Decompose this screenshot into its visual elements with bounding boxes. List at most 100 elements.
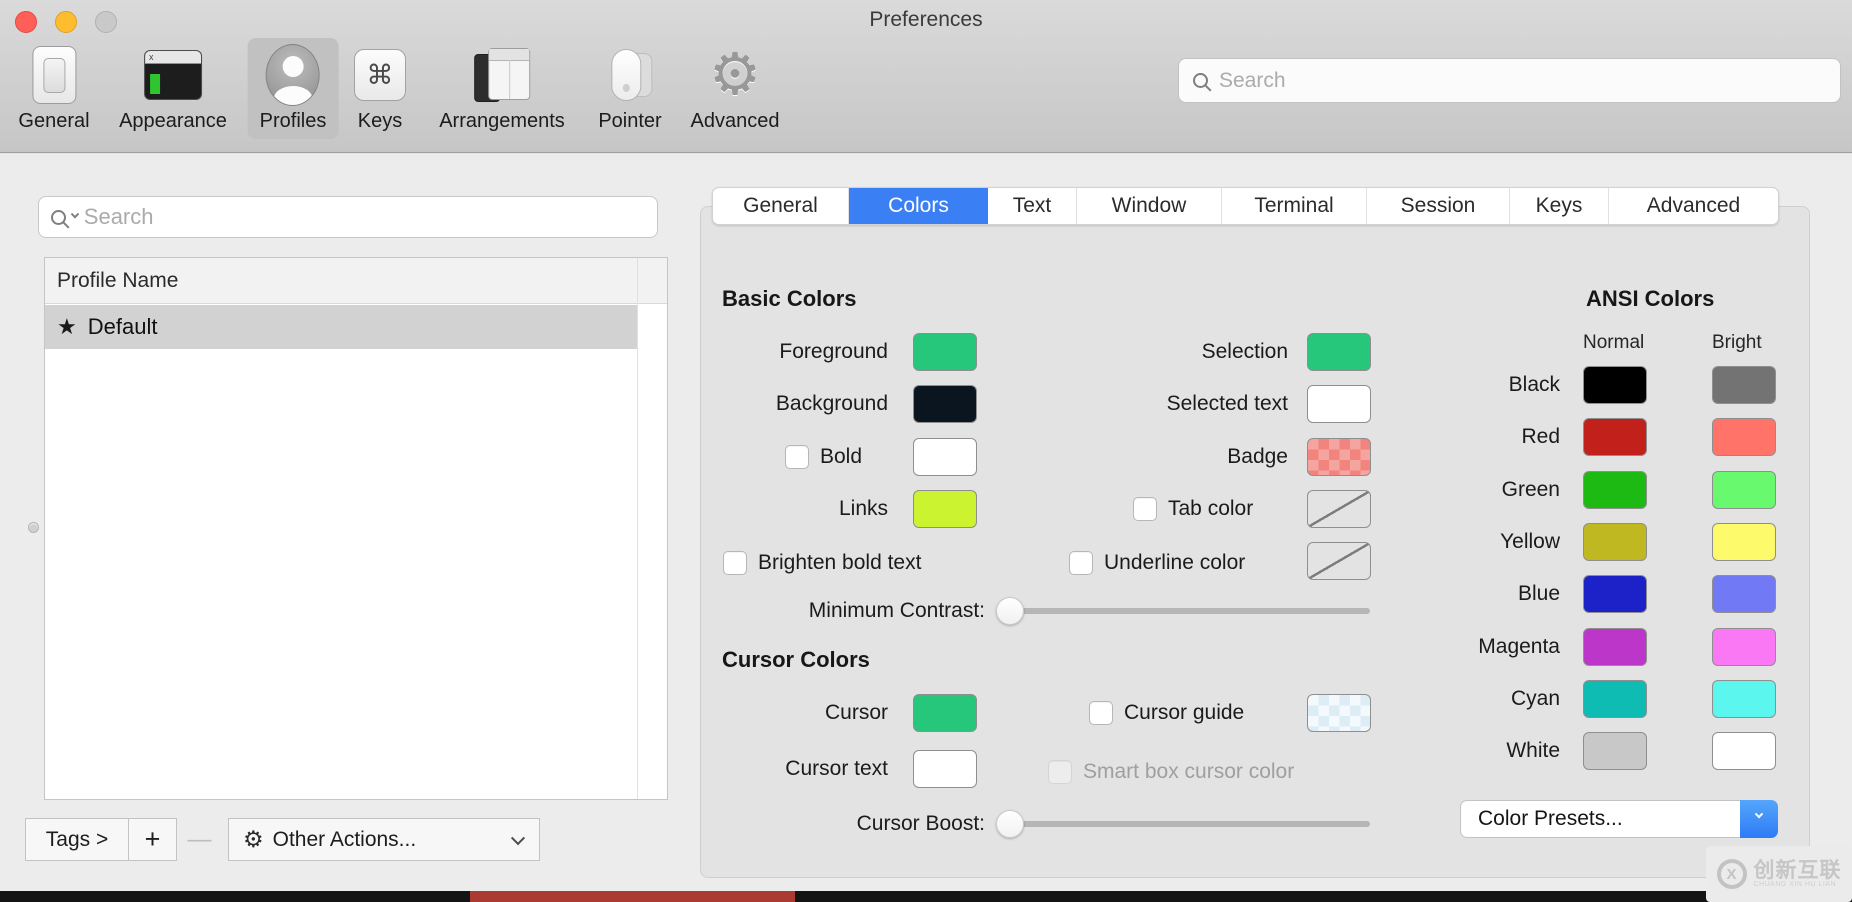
mouse-pointer-icon	[601, 46, 659, 104]
smart-box-cursor-checkbox-disabled	[1048, 760, 1072, 784]
toolbar-item-advanced[interactable]: ⚙ Advanced	[679, 38, 792, 139]
profile-tab-bar: GeneralColorsTextWindowTerminalSessionKe…	[712, 187, 1779, 225]
tab-advanced[interactable]: Advanced	[1609, 188, 1778, 224]
dropdown-button[interactable]	[1740, 800, 1778, 838]
toolbar-item-keys[interactable]: ⌘ Keys	[342, 38, 418, 139]
chevron-down-icon	[1755, 810, 1763, 818]
section-title-basic-colors: Basic Colors	[722, 286, 857, 312]
slider-track[interactable]	[998, 608, 1370, 614]
search-icon	[1193, 73, 1208, 88]
background-color-well[interactable]	[913, 385, 977, 423]
ansi-blue-bright-color-well[interactable]	[1712, 575, 1776, 613]
cursor-text-color-well[interactable]	[913, 750, 977, 788]
profiles-table: Profile Name ★ Default	[44, 257, 668, 800]
tab-keys[interactable]: Keys	[1510, 188, 1609, 224]
ansi-green-bright-color-well[interactable]	[1712, 471, 1776, 509]
underline-color-row: Underline color	[1069, 551, 1245, 575]
cursor-color-well[interactable]	[913, 694, 977, 732]
bold-checkbox[interactable]	[785, 445, 809, 469]
toolbar-item-label: Pointer	[598, 110, 661, 133]
ansi-red-bright-color-well[interactable]	[1712, 418, 1776, 456]
minimum-contrast-slider[interactable]	[998, 597, 1370, 625]
slider-knob[interactable]	[996, 810, 1024, 838]
links-color-well[interactable]	[913, 490, 977, 528]
badge-label: Badge	[1028, 445, 1288, 469]
underline-color-checkbox[interactable]	[1069, 551, 1093, 575]
ansi-yellow-bright-color-well[interactable]	[1712, 523, 1776, 561]
bold-row: Bold	[785, 445, 862, 469]
toolbar-item-label: Keys	[358, 110, 402, 133]
ansi-magenta-normal-color-well[interactable]	[1583, 628, 1647, 666]
brighten-bold-text-label: Brighten bold text	[758, 551, 921, 575]
ansi-magenta-bright-color-well[interactable]	[1712, 628, 1776, 666]
color-presets-dropdown[interactable]: Color Presets...	[1460, 800, 1778, 838]
ansi-label-blue: Blue	[1360, 582, 1560, 606]
toolbar-item-label: Advanced	[691, 110, 780, 133]
ansi-red-normal-color-well[interactable]	[1583, 418, 1647, 456]
slider-knob[interactable]	[996, 597, 1024, 625]
tags-button[interactable]: Tags >	[25, 818, 129, 861]
toolbar-search-input[interactable]	[1219, 69, 1826, 93]
ansi-yellow-normal-color-well[interactable]	[1583, 523, 1647, 561]
ansi-label-white: White	[1360, 739, 1560, 763]
ansi-column-bright: Bright	[1712, 332, 1762, 354]
foreground-color-well[interactable]	[913, 333, 977, 371]
cursor-guide-checkbox[interactable]	[1089, 701, 1113, 725]
watermark: X 创新互联 CHUANG XIN HU LIAN	[1706, 846, 1852, 902]
window-title: Preferences	[0, 8, 1852, 32]
brighten-bold-row: Brighten bold text	[723, 551, 921, 575]
profile-search-input[interactable]	[84, 204, 645, 230]
selection-label: Selection	[1028, 340, 1288, 364]
splitter-handle[interactable]	[28, 522, 39, 533]
ansi-blue-normal-color-well[interactable]	[1583, 575, 1647, 613]
ansi-cyan-bright-color-well[interactable]	[1712, 680, 1776, 718]
watermark-text-en: CHUANG XIN HU LIAN	[1754, 881, 1842, 888]
toolbar-item-arrangements[interactable]: Arrangements	[427, 38, 577, 139]
slider-track[interactable]	[998, 821, 1370, 827]
ansi-black-normal-color-well[interactable]	[1583, 366, 1647, 404]
ansi-label-magenta: Magenta	[1360, 635, 1560, 659]
toolbar-item-pointer[interactable]: Pointer	[586, 38, 673, 139]
ansi-black-bright-color-well[interactable]	[1712, 366, 1776, 404]
tab-general[interactable]: General	[713, 188, 849, 224]
ansi-green-normal-color-well[interactable]	[1583, 471, 1647, 509]
links-label: Links	[628, 497, 888, 521]
profile-row-default[interactable]: ★ Default	[45, 305, 637, 349]
cursor-boost-label: Cursor Boost:	[628, 812, 985, 836]
minimum-contrast-label: Minimum Contrast:	[628, 599, 985, 623]
cursor-boost-slider[interactable]	[998, 810, 1370, 838]
tab-text[interactable]: Text	[988, 188, 1077, 224]
toolbar-item-profiles[interactable]: Profiles	[248, 38, 339, 139]
search-scope-chevron-icon[interactable]	[71, 210, 79, 218]
toolbar-item-general[interactable]: General	[6, 38, 101, 139]
toolbar-search-field[interactable]	[1178, 58, 1841, 103]
chevron-down-icon	[511, 831, 525, 845]
profile-search-field[interactable]	[38, 196, 658, 238]
tab-color-checkbox[interactable]	[1133, 497, 1157, 521]
toolbar-item-appearance[interactable]: x Appearance	[107, 38, 239, 139]
background-label: Background	[628, 392, 888, 416]
tab-window[interactable]: Window	[1077, 188, 1222, 224]
other-actions-dropdown[interactable]: ⚙ Other Actions...	[228, 818, 540, 861]
profiles-person-icon	[266, 44, 320, 106]
ansi-white-bright-color-well[interactable]	[1712, 732, 1776, 770]
gear-icon: ⚙	[243, 828, 264, 851]
ansi-cyan-normal-color-well[interactable]	[1583, 680, 1647, 718]
tab-colors[interactable]: Colors	[849, 188, 988, 224]
command-key-icon: ⌘	[354, 49, 406, 101]
ansi-label-black: Black	[1360, 373, 1560, 397]
selection-color-well[interactable]	[1307, 333, 1371, 371]
desktop-edge-strip	[0, 891, 1852, 902]
brighten-bold-text-checkbox[interactable]	[723, 551, 747, 575]
ansi-white-normal-color-well[interactable]	[1583, 732, 1647, 770]
search-icon	[51, 210, 66, 225]
tab-session[interactable]: Session	[1367, 188, 1510, 224]
smart-box-cursor-row: Smart box cursor color	[1048, 760, 1294, 784]
smart-box-cursor-label: Smart box cursor color	[1083, 760, 1294, 784]
section-title-cursor-colors: Cursor Colors	[722, 647, 870, 673]
bold-color-well[interactable]	[913, 438, 977, 476]
add-profile-button[interactable]: +	[128, 818, 177, 861]
tab-terminal[interactable]: Terminal	[1222, 188, 1367, 224]
watermark-logo-icon: X	[1717, 859, 1747, 889]
desktop-edge-accent	[470, 891, 795, 902]
